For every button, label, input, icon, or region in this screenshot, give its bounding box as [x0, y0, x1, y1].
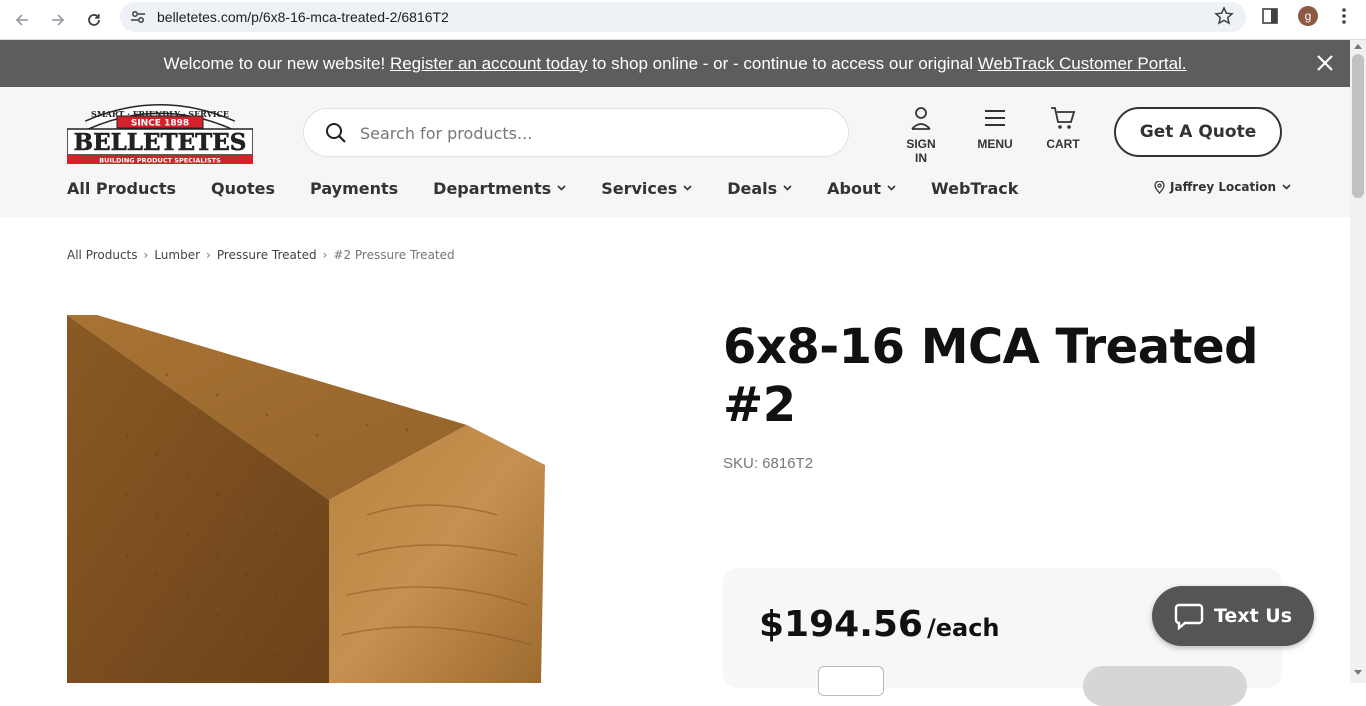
hamburger-icon: [985, 110, 1005, 126]
browser-menu-icon[interactable]: [1334, 6, 1354, 31]
cart-button[interactable]: CART: [1045, 105, 1081, 151]
cart-icon: [1051, 107, 1076, 129]
breadcrumb-lumber[interactable]: Lumber: [154, 248, 200, 262]
logo-since: SINCE 1898: [131, 119, 189, 129]
site-header: SMART · FRIENDLY · SERVICE SINCE 1898 BE…: [0, 87, 1350, 217]
announcement-text-2: to shop online - or - continue to access…: [592, 53, 974, 73]
menu-button[interactable]: MENU: [975, 105, 1015, 151]
product-title-line-1: 6x8-16 MCA Treated: [723, 319, 1258, 375]
nav-webtrack[interactable]: WebTrack: [931, 179, 1018, 198]
announcement-text-1: Welcome to our new website!: [163, 53, 386, 73]
product-price: $194.56/each: [759, 604, 1000, 645]
nav-deals[interactable]: Deals: [727, 179, 792, 198]
price-value: $194.56: [759, 604, 923, 645]
nav-services[interactable]: Services: [601, 179, 692, 198]
side-panel-icon[interactable]: [1260, 6, 1280, 31]
sign-in-label: SIGN IN: [906, 137, 936, 165]
chevron-down-icon: [557, 185, 566, 191]
reload-icon[interactable]: [80, 6, 108, 34]
main-nav: All Products Quotes Payments Departments…: [67, 177, 1053, 199]
forward-icon[interactable]: [44, 6, 72, 34]
logo-name: BELLETETES: [74, 129, 247, 156]
price-unit: /each: [926, 614, 1000, 642]
scroll-down-arrow-icon[interactable]: [1354, 670, 1362, 675]
back-icon[interactable]: [8, 6, 36, 34]
scroll-up-arrow-icon[interactable]: [1354, 44, 1362, 49]
chat-bubble-icon: [1174, 603, 1204, 630]
nav-quotes[interactable]: Quotes: [211, 179, 275, 198]
nav-about[interactable]: About: [827, 179, 896, 198]
nav-departments[interactable]: Departments: [433, 179, 566, 198]
breadcrumb-current: #2 Pressure Treated: [333, 248, 455, 262]
search-icon[interactable]: [324, 121, 348, 150]
cart-label: CART: [1046, 137, 1080, 151]
chevron-down-icon: [683, 185, 692, 191]
page-scrollbar[interactable]: [1350, 40, 1366, 683]
quantity-input[interactable]: [818, 666, 884, 696]
chevron-down-icon: [1282, 184, 1291, 190]
product-title: 6x8-16 MCA Treated #2: [723, 318, 1283, 434]
chevron-down-icon: [887, 185, 896, 191]
add-to-cart-button[interactable]: [1083, 666, 1247, 706]
url-text: belletetes.com/p/6x8-16-mca-treated-2/68…: [157, 9, 449, 25]
breadcrumb: All Products › Lumber › Pressure Treated…: [67, 248, 455, 262]
product-title-line-2: #2: [723, 377, 796, 433]
site-settings-icon[interactable]: [128, 7, 148, 27]
location-label: Jaffrey Location: [1170, 180, 1277, 194]
breadcrumb-separator: ›: [143, 248, 149, 262]
address-bar[interactable]: belletetes.com/p/6x8-16-mca-treated-2/68…: [120, 2, 1246, 32]
chevron-down-icon: [783, 185, 792, 191]
close-icon[interactable]: [1314, 52, 1336, 74]
profile-avatar[interactable]: g: [1298, 6, 1318, 26]
bookmark-star-icon[interactable]: [1214, 6, 1234, 31]
browser-toolbar: belletetes.com/p/6x8-16-mca-treated-2/68…: [0, 0, 1366, 40]
belletetes-logo[interactable]: SMART · FRIENDLY · SERVICE SINCE 1898 BE…: [66, 99, 254, 165]
register-link[interactable]: Register an account today: [390, 54, 588, 74]
map-pin-icon: [1154, 180, 1165, 194]
text-us-button[interactable]: Text Us: [1152, 586, 1314, 646]
breadcrumb-separator: ›: [206, 248, 211, 262]
user-icon: [911, 107, 931, 130]
product-sku: SKU: 6816T2: [723, 455, 814, 472]
breadcrumb-pressure-treated[interactable]: Pressure Treated: [217, 248, 317, 262]
breadcrumb-all-products[interactable]: All Products: [67, 248, 138, 262]
logo-subtitle: BUILDING PRODUCT SPECIALISTS: [99, 157, 221, 165]
nav-all-products[interactable]: All Products: [67, 179, 176, 198]
search-input[interactable]: [360, 121, 820, 145]
scrollbar-thumb[interactable]: [1352, 54, 1364, 198]
get-a-quote-button[interactable]: Get A Quote: [1114, 107, 1282, 157]
breadcrumb-separator: ›: [322, 248, 328, 262]
nav-payments[interactable]: Payments: [310, 179, 398, 198]
sign-in-button[interactable]: SIGN IN: [899, 105, 943, 165]
product-image[interactable]: [67, 315, 587, 683]
menu-label: MENU: [977, 137, 1013, 151]
location-selector[interactable]: Jaffrey Location: [1154, 180, 1291, 194]
search-bar: [303, 108, 849, 157]
webtrack-portal-link[interactable]: WebTrack Customer Portal.: [978, 54, 1187, 74]
announcement-bar: Welcome to our new website! Register an …: [0, 40, 1350, 87]
text-us-label: Text Us: [1213, 605, 1292, 627]
